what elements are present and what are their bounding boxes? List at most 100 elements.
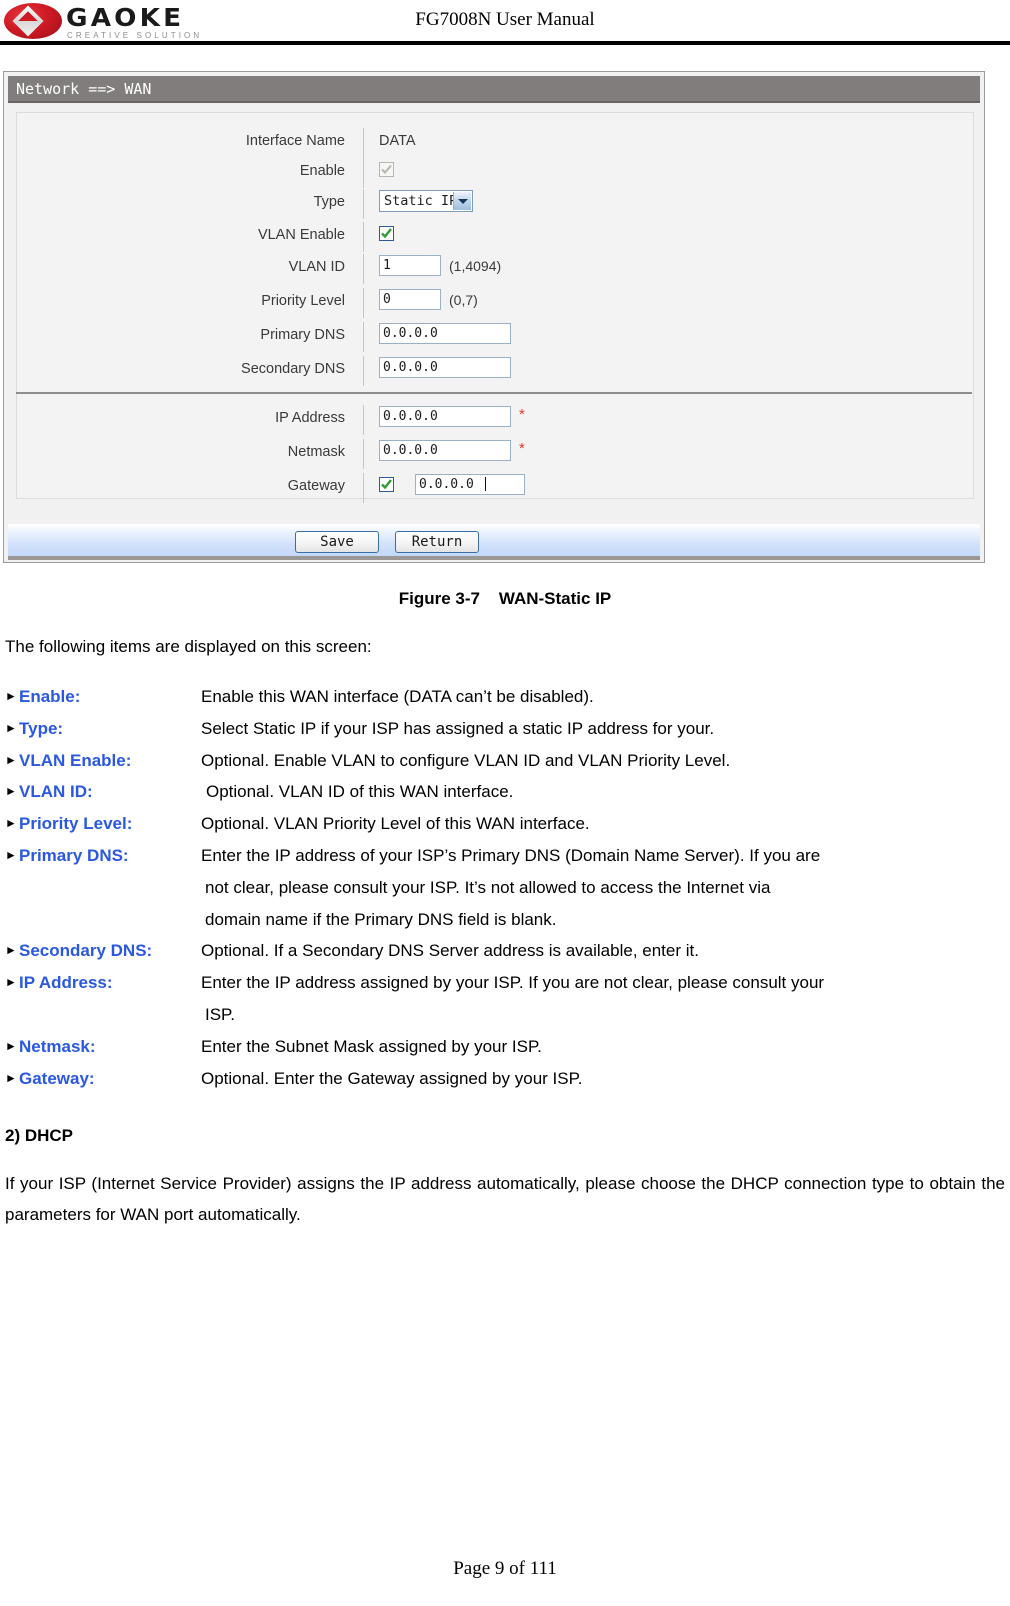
- row-separator: [363, 189, 364, 219]
- row-separator: [363, 128, 364, 158]
- enable-checkbox: [379, 162, 394, 177]
- triangle-bullet-icon: ►: [5, 1070, 17, 1085]
- manual-title: FG7008N User Manual: [415, 9, 595, 30]
- form-row-vlan-id: VLAN ID 1 (1,4094): [17, 254, 975, 291]
- vlan-id-input[interactable]: 1: [379, 255, 441, 276]
- triangle-bullet-icon: ►: [5, 816, 17, 831]
- definition-term: Priority Level:: [19, 814, 133, 834]
- list-item: ► Primary DNS: Enter the IP address of y…: [5, 840, 1005, 935]
- secondary-dns-input[interactable]: 0.0.0.0: [379, 357, 511, 378]
- label-enable: Enable: [299, 163, 345, 179]
- definition-desc-line2: ISP.: [205, 1004, 235, 1024]
- row-separator: [363, 158, 364, 188]
- form-row-interface-name: Interface Name DATA: [17, 128, 975, 165]
- section-subheading: 2) DHCP: [5, 1126, 74, 1145]
- triangle-bullet-icon: ►: [5, 720, 17, 735]
- intro-text: The following items are displayed on thi…: [5, 637, 372, 656]
- save-button[interactable]: Save: [295, 531, 379, 553]
- list-item: ► Gateway: Optional. Enter the Gateway a…: [5, 1063, 1005, 1095]
- netmask-required-mark: *: [519, 440, 525, 457]
- label-type: Type: [313, 194, 345, 210]
- row-separator: [363, 356, 364, 386]
- ip-address-input[interactable]: 0.0.0.0: [379, 406, 511, 427]
- definition-term: Secondary DNS:: [19, 941, 153, 961]
- triangle-bullet-icon: ►: [5, 943, 17, 958]
- definition-desc: Enter the IP address assigned by your IS…: [201, 973, 825, 993]
- label-netmask: Netmask: [287, 444, 345, 460]
- form-row-ip-address: IP Address 0.0.0.0 *: [17, 405, 975, 442]
- definition-term: VLAN ID:: [19, 782, 93, 802]
- priority-level-input[interactable]: 0: [379, 289, 441, 310]
- definition-term: Primary DNS:: [19, 845, 129, 865]
- definition-term: Enable:: [19, 687, 81, 706]
- row-separator: [363, 254, 364, 284]
- ip-address-required-mark: *: [519, 406, 525, 423]
- body-paragraph: If your ISP (Internet Service Provider) …: [5, 1174, 1005, 1224]
- definition-desc: Enter the IP address of your ISP’s Prima…: [201, 845, 821, 865]
- definition-term: IP Address:: [19, 973, 113, 993]
- triangle-bullet-icon: ►: [5, 752, 17, 767]
- definition-desc: Optional. VLAN ID of this WAN interface.: [206, 782, 514, 802]
- label-ip-address: IP Address: [275, 410, 345, 426]
- definition-term: Gateway:: [19, 1068, 95, 1088]
- page-header: GAOKE CREATIVE SOLUTION FG7008N User Man…: [0, 0, 1010, 46]
- form-row-netmask: Netmask 0.0.0.0 *: [17, 439, 975, 476]
- list-item: ► VLAN ID: Optional. VLAN ID of this WAN…: [5, 776, 1005, 808]
- figure-caption: Figure 3-7 WAN-Static IP: [398, 589, 612, 608]
- form-row-enable: Enable: [17, 158, 975, 195]
- triangle-bullet-icon: ►: [5, 1038, 17, 1053]
- label-interface-name: Interface Name: [245, 133, 345, 149]
- list-item: ► Type: Select Static IP if your ISP has…: [5, 713, 1005, 745]
- panel-bottom-strip: [8, 556, 980, 560]
- list-item: ► Secondary DNS: Optional. If a Secondar…: [5, 935, 1005, 967]
- panel-titlebar: Network ==> WAN: [8, 76, 980, 103]
- triangle-bullet-icon: ►: [5, 847, 17, 862]
- definition-desc-line2: not clear, please consult your ISP. It’s…: [205, 877, 771, 897]
- type-select[interactable]: Static IP: [379, 190, 473, 212]
- priority-level-hint: (0,7): [449, 292, 478, 308]
- label-gateway: Gateway: [287, 478, 345, 494]
- checkmark-icon: [381, 479, 392, 490]
- triangle-bullet-icon: ►: [5, 689, 17, 703]
- netmask-input[interactable]: 0.0.0.0: [379, 440, 511, 461]
- gateway-input[interactable]: 0.0.0.0: [415, 474, 525, 495]
- value-interface-name: DATA: [379, 133, 416, 149]
- row-separator: [363, 322, 364, 352]
- definition-term: VLAN Enable:: [19, 750, 132, 770]
- list-item: ► Enable: Enable this WAN interface (DAT…: [5, 681, 1005, 713]
- definition-desc: Enable this WAN interface (DATA can’t be…: [201, 687, 594, 706]
- header-divider: [0, 41, 1010, 45]
- panel-action-band: [8, 524, 980, 556]
- row-separator: [363, 405, 364, 435]
- breadcrumb: Network ==> WAN: [16, 80, 152, 98]
- text-caret: [485, 477, 486, 491]
- panel-content: Interface Name DATA Enable Type Static I…: [16, 112, 975, 503]
- list-item: ► Priority Level: Optional. VLAN Priorit…: [5, 808, 1005, 840]
- row-separator: [363, 439, 364, 469]
- definition-term: Type:: [19, 718, 64, 738]
- gateway-checkbox[interactable]: [379, 477, 394, 492]
- primary-dns-input[interactable]: 0.0.0.0: [379, 323, 511, 344]
- form-row-type: Type Static IP: [17, 189, 975, 226]
- page-number: Page 9 of 111: [453, 1558, 557, 1579]
- label-vlan-enable: VLAN Enable: [257, 227, 345, 243]
- triangle-bullet-icon: ►: [5, 975, 17, 990]
- form-row-secondary-dns: Secondary DNS 0.0.0.0: [17, 356, 975, 393]
- form-row-gateway: Gateway 0.0.0.0: [17, 473, 975, 510]
- definition-desc: Optional. VLAN Priority Level of this WA…: [201, 814, 590, 834]
- label-secondary-dns: Secondary DNS: [241, 361, 345, 377]
- checkmark-icon: [381, 228, 392, 239]
- logo-tagline: CREATIVE SOLUTION: [67, 31, 203, 40]
- list-item: ► IP Address: Enter the IP address assig…: [5, 967, 1005, 1031]
- label-priority-level: Priority Level: [261, 293, 345, 309]
- vlan-enable-checkbox[interactable]: [379, 226, 394, 241]
- row-separator: [363, 288, 364, 318]
- return-button[interactable]: Return: [395, 531, 479, 553]
- form-row-primary-dns: Primary DNS 0.0.0.0: [17, 322, 975, 359]
- definition-desc: Select Static IP if your ISP has assigne…: [201, 718, 715, 738]
- list-item: ► Netmask: Enter the Subnet Mask assigne…: [5, 1031, 1005, 1063]
- section-divider: [16, 392, 972, 394]
- definition-desc: Enter the Subnet Mask assigned by your I…: [201, 1036, 542, 1056]
- definition-desc: Optional. If a Secondary DNS Server addr…: [201, 941, 699, 961]
- definition-desc: Optional. Enter the Gateway assigned by …: [201, 1068, 583, 1088]
